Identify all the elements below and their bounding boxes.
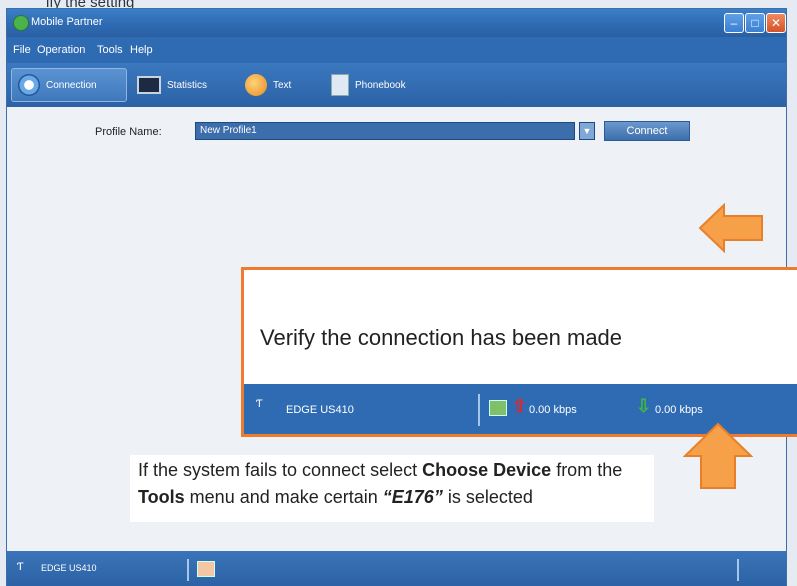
download-arrow-icon: ⇩ xyxy=(636,396,652,416)
tab-label: Connection xyxy=(46,79,97,91)
upload-arrow-icon: ⇧ xyxy=(512,396,528,416)
menu-bar: File Operation Tools Help xyxy=(7,37,786,63)
note-text: menu and make certain xyxy=(184,487,383,507)
phonebook-icon xyxy=(331,74,349,96)
close-button[interactable]: ✕ xyxy=(766,13,786,33)
status-divider xyxy=(737,559,739,581)
signal-icon: Ƭ xyxy=(17,561,24,573)
tab-label: Text xyxy=(273,79,292,91)
connect-button[interactable]: Connect xyxy=(604,121,690,141)
profile-dropdown-button[interactable]: ▼ xyxy=(579,122,595,140)
tab-text[interactable]: Text xyxy=(245,68,291,102)
note-bold-choose-device: Choose Device xyxy=(422,460,552,480)
note-text: If the system fails to connect select xyxy=(138,460,423,480)
callout-text: Verify the connection has been made xyxy=(260,325,623,350)
status-bar: Ƭ EDGE US410 xyxy=(7,551,786,586)
note-text: is selected xyxy=(442,487,533,507)
signal-icon: Ƭ xyxy=(256,398,263,410)
profile-name-select[interactable]: New Profile1 xyxy=(195,122,575,140)
maximize-button[interactable]: □ xyxy=(745,13,765,33)
chevron-down-icon: ▼ xyxy=(582,126,592,136)
title-bar: Mobile Partner – □ ✕ xyxy=(7,9,786,37)
statistics-icon xyxy=(137,76,161,94)
upload-rate: 0.00 kbps xyxy=(529,404,577,416)
instruction-note: If the system fails to connect select Ch… xyxy=(130,455,654,522)
zoom-callout: Verify the connection has been made Ƭ ED… xyxy=(241,267,797,437)
menu-tools[interactable]: Tools xyxy=(97,44,123,56)
network-icon xyxy=(489,400,507,416)
menu-help[interactable]: Help xyxy=(130,44,153,56)
profile-name-label: Profile Name: xyxy=(95,126,162,138)
text-icon xyxy=(245,74,267,96)
menu-operation[interactable]: Operation xyxy=(37,44,85,56)
network-status: EDGE US410 xyxy=(41,563,97,573)
network-status: EDGE US410 xyxy=(286,404,354,416)
disconnected-icon xyxy=(197,561,215,577)
up-arrow-pointer-icon xyxy=(683,422,753,489)
status-divider xyxy=(187,559,189,581)
app-logo-icon xyxy=(13,15,29,31)
download-rate: 0.00 kbps xyxy=(655,404,703,416)
note-bold-tools: Tools xyxy=(138,487,185,507)
left-arrow-pointer-icon xyxy=(698,203,763,253)
tab-label: Phonebook xyxy=(355,79,406,91)
note-device-name: “E176” xyxy=(382,487,443,507)
menu-file[interactable]: File xyxy=(13,44,31,56)
window-title: Mobile Partner xyxy=(31,16,103,28)
note-text: from the xyxy=(551,460,623,480)
minimize-button[interactable]: – xyxy=(724,13,744,33)
tab-connection[interactable]: Connection xyxy=(11,68,127,102)
page: ify the setting Mobile Partner – □ ✕ Fil… xyxy=(0,0,797,586)
status-divider xyxy=(478,394,480,426)
connection-icon xyxy=(18,74,40,96)
toolbar: Connection Statistics Text Phonebook xyxy=(7,63,786,107)
tab-statistics[interactable]: Statistics xyxy=(137,68,207,102)
tab-label: Statistics xyxy=(167,79,208,91)
tab-phonebook[interactable]: Phonebook xyxy=(331,68,406,102)
